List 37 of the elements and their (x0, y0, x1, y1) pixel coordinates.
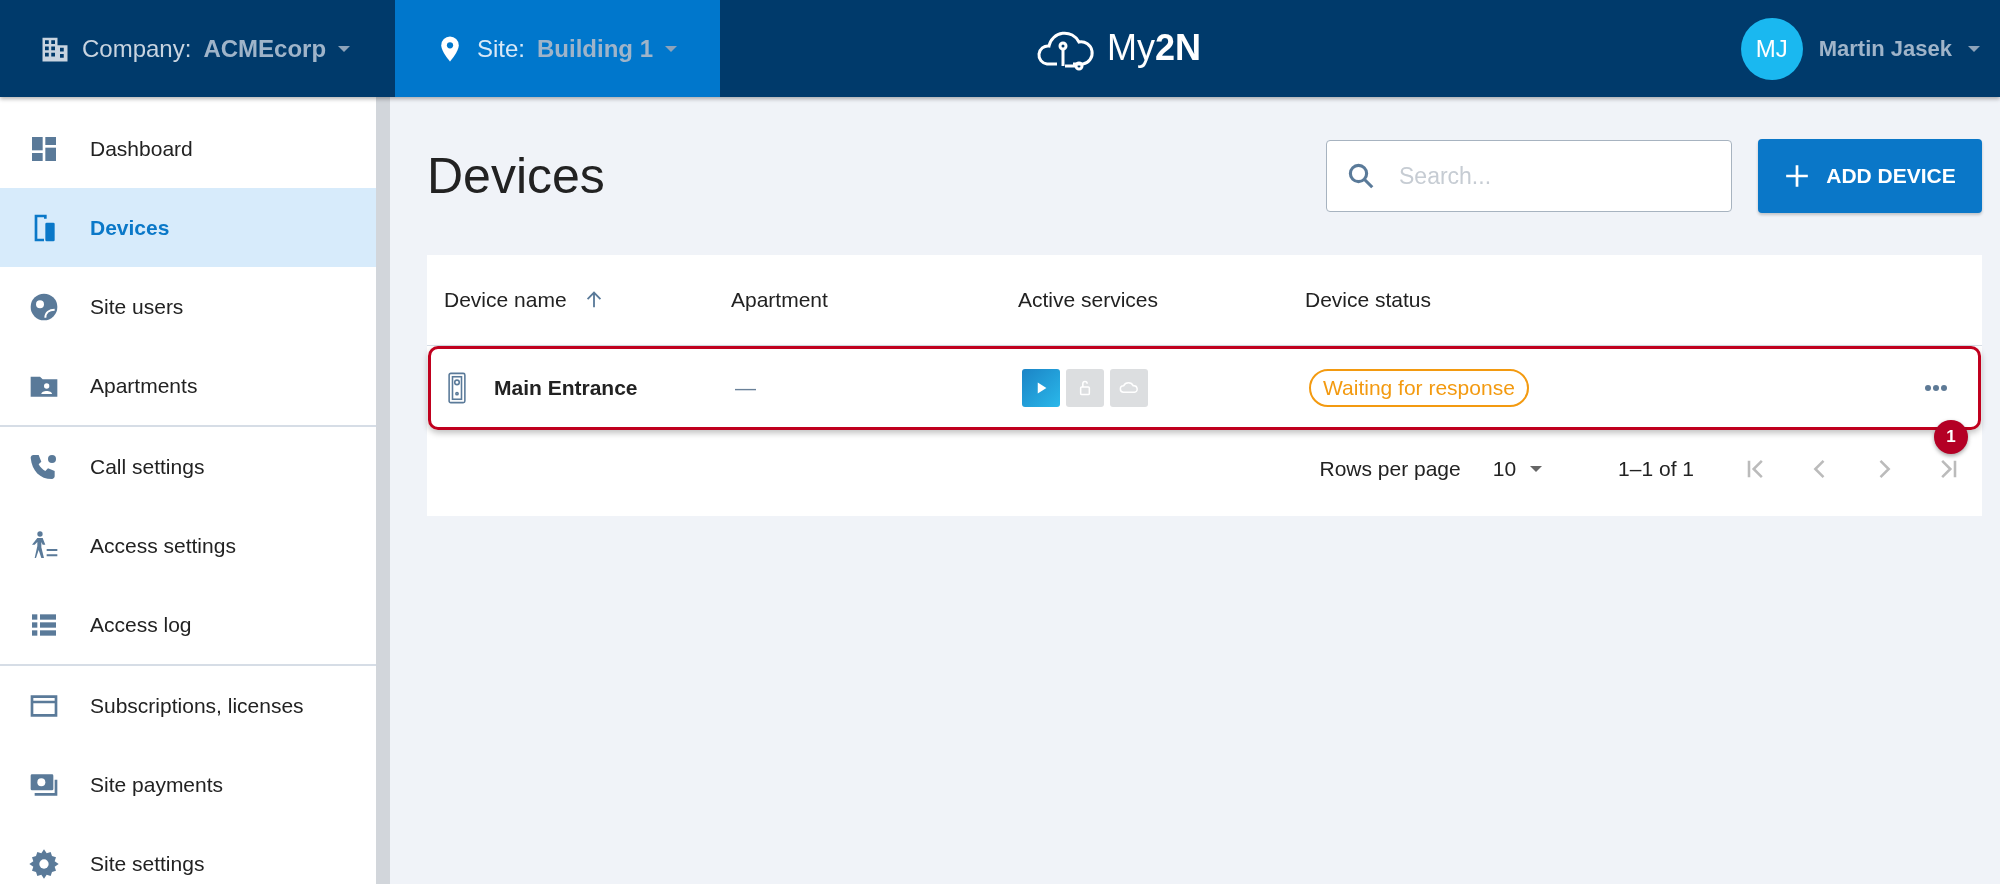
add-device-button[interactable]: ADD DEVICE (1758, 139, 1982, 213)
intercom-icon (448, 372, 466, 404)
sidebar-item[interactable]: Call settings (0, 427, 376, 506)
user-name[interactable]: Martin Jasek (1818, 35, 1952, 62)
column-header[interactable]: Active services (1018, 288, 1305, 312)
sidebar-item[interactable]: Site payments (0, 745, 376, 824)
site-selector[interactable]: Site: Building 1 (395, 0, 720, 97)
search-icon (1346, 161, 1376, 191)
plus-icon (1784, 163, 1811, 189)
column-header[interactable]: Apartment (731, 288, 1018, 312)
page-title: Devices (427, 147, 605, 205)
caret-icon (338, 45, 351, 52)
logo-text: My2N (1107, 27, 1202, 69)
column-header[interactable]: Device name (444, 288, 731, 312)
apartment-cell-text: — (735, 376, 757, 400)
caret-icon (665, 45, 678, 52)
sidebar-item[interactable]: Apartments (0, 346, 376, 425)
device-row[interactable]: Main Entrance — Waiting for response (428, 346, 1981, 430)
page-range: 1–1 of 1 (1618, 457, 1694, 481)
caret-icon (1968, 45, 1980, 52)
search-field[interactable]: Search... (1326, 140, 1732, 212)
sidebar-item[interactable]: Devices (0, 188, 376, 267)
rows-per-page-label: Rows per page (1319, 457, 1461, 481)
sidebar-item[interactable]: Subscriptions, licenses (0, 666, 376, 745)
sidebar-item[interactable]: Dashboard (0, 109, 376, 188)
column-header[interactable]: Device status (1305, 288, 1982, 312)
ellipsis-icon (1924, 384, 1948, 392)
rows-per-page-select[interactable]: 10 (1486, 456, 1549, 482)
sidebar-item[interactable]: Site users (0, 267, 376, 346)
device-name: Main Entrance (494, 376, 638, 400)
status-badge: Waiting for response (1309, 369, 1529, 407)
company-selector[interactable]: Company: ACMEcorp (0, 0, 395, 97)
callout-badge: 1 (1934, 420, 1968, 454)
settings-icon (28, 847, 60, 880)
sidebar-item[interactable]: Site settings (0, 824, 376, 884)
sidebar-item[interactable]: Access settings (0, 506, 376, 585)
sidebar-item[interactable]: Access log (0, 585, 376, 664)
